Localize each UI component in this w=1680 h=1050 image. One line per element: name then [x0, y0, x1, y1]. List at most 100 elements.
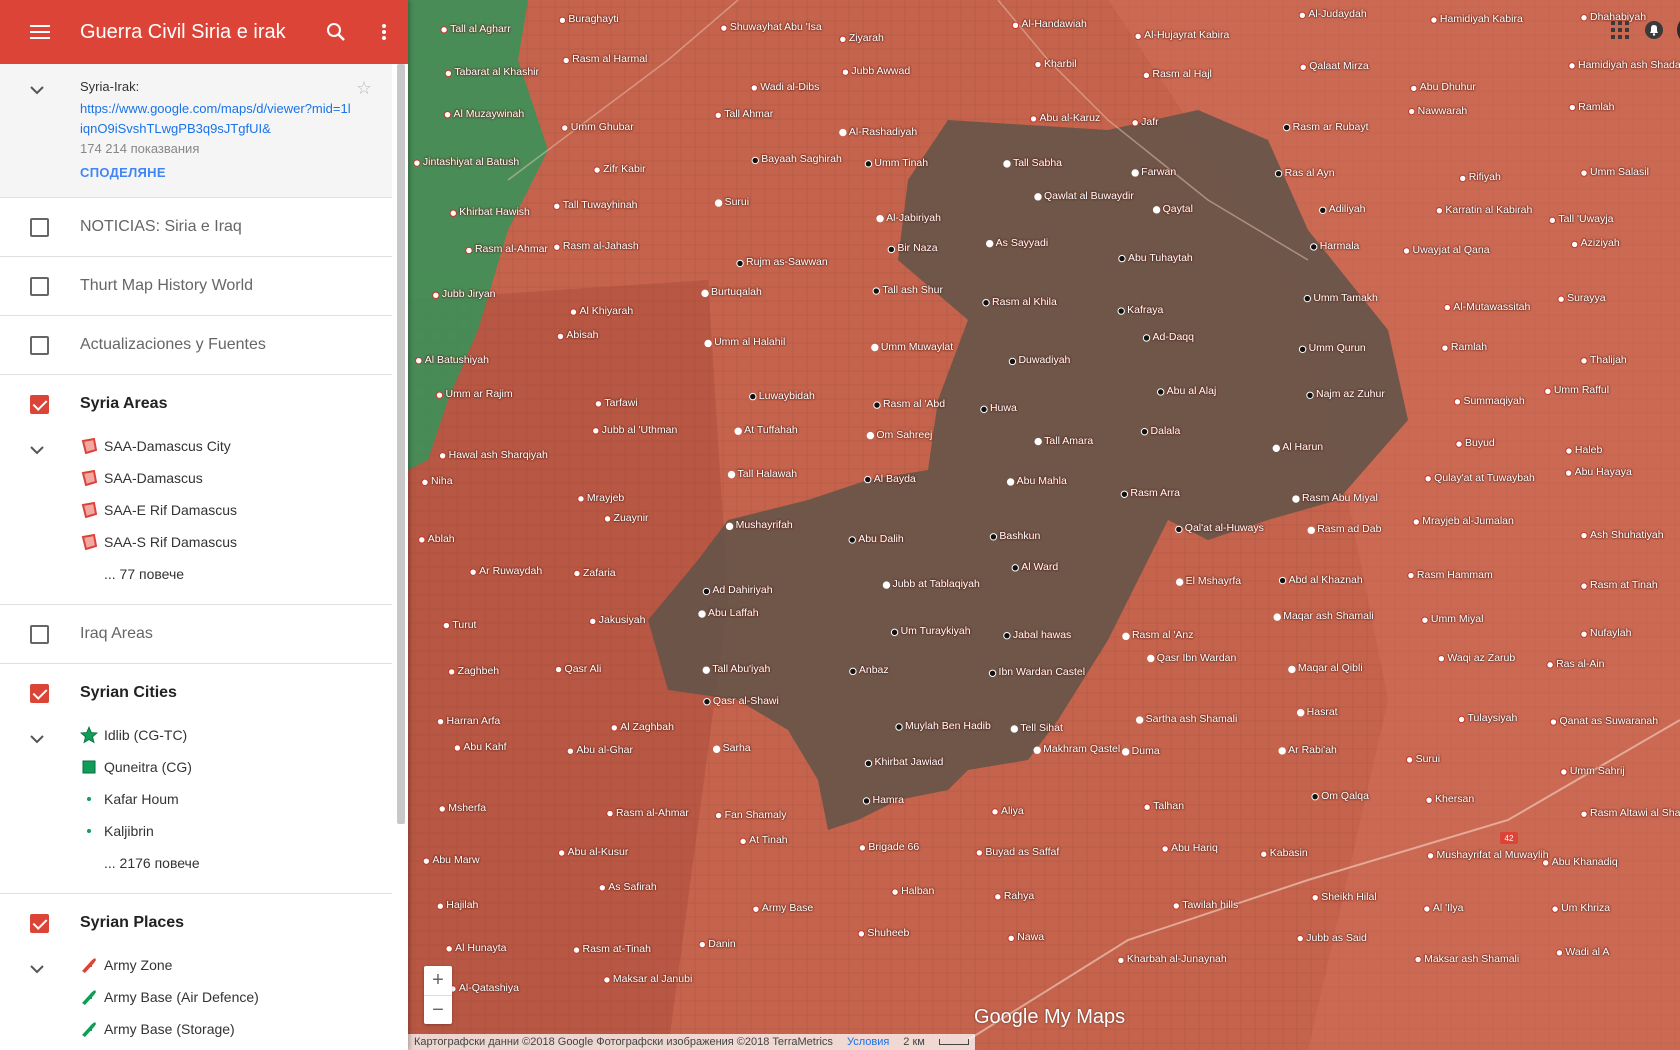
place-marker[interactable]	[1260, 850, 1268, 858]
star-icon[interactable]: ☆	[356, 78, 372, 99]
place-marker[interactable]	[554, 665, 563, 674]
place-label[interactable]: Ash Shuhatiyah	[1590, 529, 1664, 541]
place-label[interactable]: Hajilah	[446, 899, 478, 911]
place-marker[interactable]	[569, 308, 578, 316]
place-label[interactable]: Al-Qatashiya	[459, 982, 519, 994]
place-label[interactable]: Zafaria	[583, 567, 616, 579]
place-marker[interactable]	[1011, 21, 1020, 29]
place-label[interactable]: Abu Dhuhur	[1420, 81, 1476, 93]
place-marker[interactable]	[1131, 169, 1139, 177]
place-label[interactable]: Hamra	[873, 794, 905, 806]
place-marker[interactable]	[1555, 949, 1564, 957]
place-label[interactable]: Surui	[1416, 753, 1441, 765]
place-label[interactable]: Qasr Ali	[565, 663, 602, 675]
place-label[interactable]: Harmala	[1320, 240, 1360, 252]
layer-item[interactable]: SAA-Damascus City	[80, 430, 231, 462]
place-marker[interactable]	[1319, 206, 1327, 214]
place-label[interactable]: Brigade 66	[868, 841, 919, 853]
place-marker[interactable]	[720, 24, 728, 32]
place-label[interactable]: Tall 'Uwayja	[1558, 213, 1613, 225]
layer-syrian-places[interactable]: Syrian Places Army Zone Army Base (Air D…	[0, 894, 392, 1050]
place-marker[interactable]	[577, 495, 585, 503]
place-marker[interactable]	[1175, 578, 1184, 586]
place-label[interactable]: Tawilah hills	[1182, 899, 1238, 911]
place-label[interactable]: Army Base	[762, 902, 813, 914]
place-marker[interactable]	[1457, 715, 1466, 724]
place-label[interactable]: Tall Tuwayhinah	[563, 199, 638, 211]
place-marker[interactable]	[701, 289, 709, 298]
place-marker[interactable]	[1580, 531, 1588, 540]
place-marker[interactable]	[445, 945, 453, 953]
place-marker[interactable]	[1011, 564, 1019, 572]
place-label[interactable]: Kabasin	[1270, 847, 1308, 859]
more-vert-icon[interactable]	[360, 0, 408, 64]
place-marker[interactable]	[421, 478, 429, 487]
place-marker[interactable]	[714, 111, 722, 119]
place-marker[interactable]	[702, 587, 711, 596]
place-label[interactable]: Ramlah	[1451, 341, 1487, 353]
place-label[interactable]: Umm ar Rajim	[445, 388, 512, 400]
place-label[interactable]: Al-Rashadiyah	[849, 126, 917, 138]
place-marker[interactable]	[1143, 803, 1151, 811]
place-marker[interactable]	[1007, 934, 1015, 943]
place-label[interactable]: Qaytal	[1163, 203, 1193, 215]
place-marker[interactable]	[988, 669, 997, 677]
layer-syria-areas[interactable]: Syria Areas SAA-Damascus City SAA-Damasc…	[0, 375, 392, 605]
place-label[interactable]: Ras al-Ain	[1556, 658, 1604, 670]
place-label[interactable]: Jubb Awwad	[851, 65, 910, 77]
zoom-out-button[interactable]: −	[424, 995, 452, 1024]
place-label[interactable]: Rasm al-Jahash	[563, 240, 639, 252]
place-label[interactable]: Abu Hariq	[1171, 842, 1218, 854]
place-marker[interactable]	[1459, 174, 1467, 183]
place-marker[interactable]	[1407, 571, 1415, 580]
place-marker[interactable]	[1548, 216, 1557, 225]
place-marker[interactable]	[1278, 576, 1287, 585]
place-label[interactable]: Um Turaykiyah	[901, 625, 971, 637]
place-label[interactable]: Umm Sahrij	[1570, 765, 1625, 777]
place-label[interactable]: Tell Sihat	[1020, 722, 1063, 734]
place-marker[interactable]	[422, 857, 431, 865]
place-label[interactable]: Haleb	[1575, 444, 1602, 456]
place-marker[interactable]	[610, 724, 618, 732]
place-marker[interactable]	[864, 160, 873, 168]
place-label[interactable]: El Mshayrfa	[1186, 575, 1241, 587]
place-label[interactable]: Al Harun	[1282, 441, 1323, 453]
place-label[interactable]: Qawlat al Buwaydir	[1044, 190, 1134, 202]
place-marker[interactable]	[1414, 955, 1422, 964]
place-marker[interactable]	[557, 849, 566, 857]
place-label[interactable]: Al-Hujayrat Kabira	[1144, 29, 1229, 41]
place-marker[interactable]	[415, 357, 423, 365]
layer-item[interactable]: Kafar Houm	[80, 783, 179, 815]
place-marker[interactable]	[1147, 654, 1155, 663]
place-label[interactable]: Adiliyah	[1329, 203, 1366, 215]
place-label[interactable]: Nawwarah	[1418, 105, 1468, 117]
place-label[interactable]: Harran Arfa	[447, 715, 501, 727]
place-label[interactable]: Abu Khanadiq	[1552, 856, 1618, 868]
place-label[interactable]: Ar Ruwaydah	[479, 565, 542, 577]
place-label[interactable]: Rasm Abu Miyal	[1302, 492, 1378, 504]
place-marker[interactable]	[864, 759, 873, 768]
place-marker[interactable]	[975, 849, 984, 857]
place-marker[interactable]	[1008, 357, 1017, 366]
place-label[interactable]: Uwayjat al Qana	[1413, 244, 1490, 256]
place-marker[interactable]	[1118, 254, 1126, 263]
place-marker[interactable]	[556, 332, 565, 341]
user-avatar[interactable]	[1676, 14, 1680, 46]
place-marker[interactable]	[1437, 655, 1446, 663]
place-marker[interactable]	[1303, 294, 1312, 303]
place-label[interactable]: Al Bayda	[874, 473, 916, 485]
place-marker[interactable]	[750, 84, 758, 92]
place-label[interactable]: Buyad as Saffaf	[985, 846, 1059, 858]
place-label[interactable]: Abisah	[566, 329, 598, 341]
place-marker[interactable]	[982, 299, 990, 307]
place-marker[interactable]	[858, 844, 867, 852]
place-marker[interactable]	[1029, 115, 1038, 123]
place-label[interactable]: Jubb as Said	[1306, 932, 1367, 944]
place-marker[interactable]	[1557, 295, 1565, 303]
layer-checkbox[interactable]	[30, 277, 49, 296]
place-label[interactable]: Rasm al Hajl	[1152, 68, 1212, 80]
place-label[interactable]: Rasm at Tinah	[1590, 579, 1658, 591]
place-label[interactable]: Umm Tamakh	[1313, 292, 1378, 304]
layer-actualizaciones[interactable]: Actualizaciones y Fuentes	[0, 316, 392, 375]
place-marker[interactable]	[702, 666, 710, 674]
